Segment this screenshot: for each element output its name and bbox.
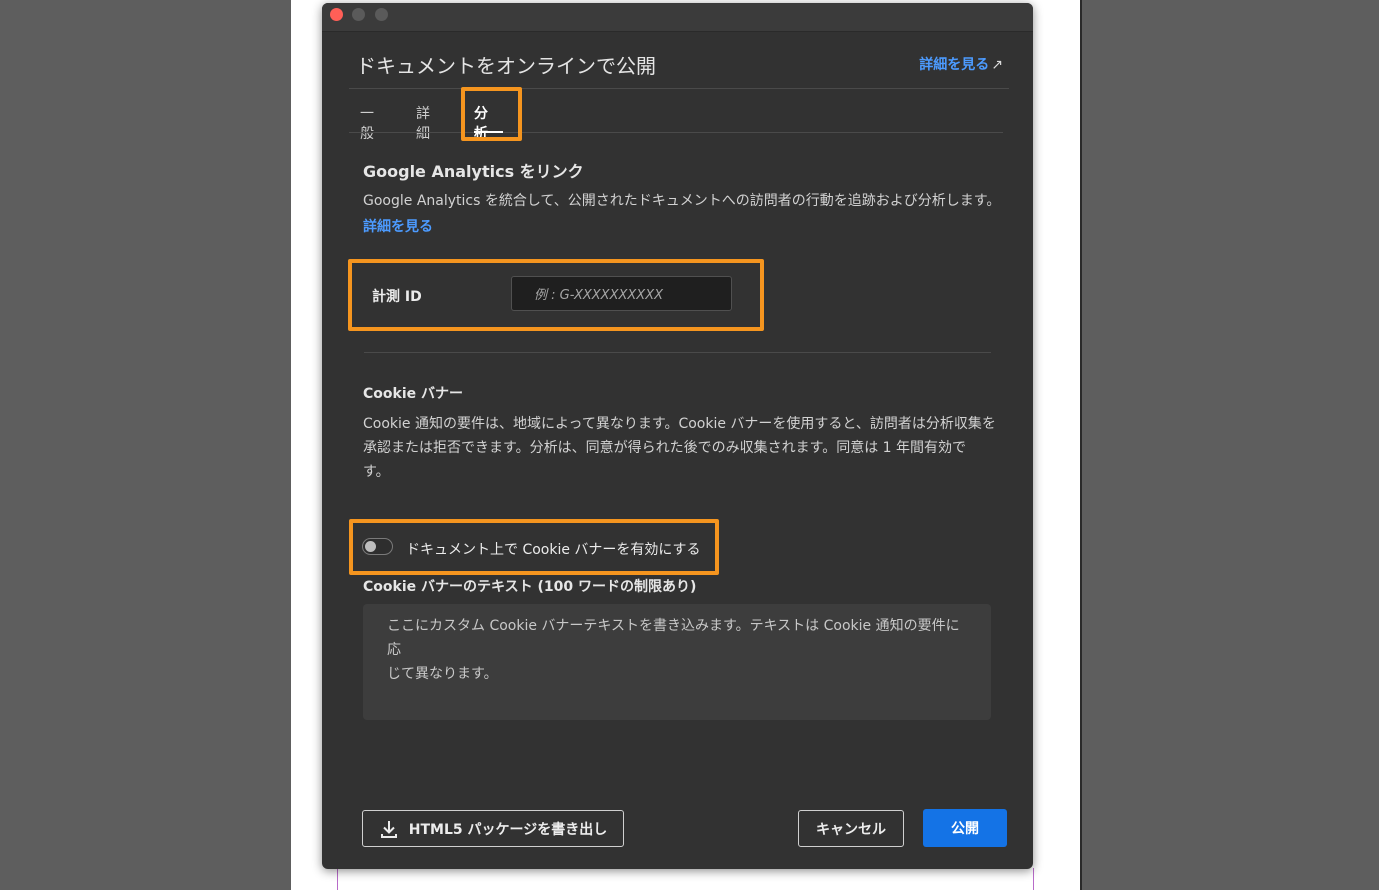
external-link-icon: ↗: [991, 57, 1003, 73]
maximize-window-button[interactable]: [375, 8, 388, 21]
dialog-title: ドキュメントをオンラインで公開: [356, 54, 656, 78]
minimize-window-button[interactable]: [352, 8, 365, 21]
cookie-description-line: す。: [363, 464, 390, 480]
tab-general[interactable]: 一般: [360, 103, 374, 143]
tab-details[interactable]: 詳細: [416, 103, 430, 143]
learn-more-link-top[interactable]: 詳細を見る ↗: [919, 54, 1003, 74]
download-icon: [380, 820, 397, 838]
page-guide-line: [1033, 868, 1034, 890]
cancel-button[interactable]: キャンセル: [798, 810, 904, 847]
measurement-id-input[interactable]: 例 : G-XXXXXXXXXX: [511, 276, 732, 311]
close-window-button[interactable]: [330, 8, 343, 21]
textarea-placeholder-line: じて異なります。: [387, 666, 498, 682]
cookie-banner-textarea[interactable]: ここにカスタム Cookie バナーテキストを書き込みます。テキストは Cook…: [363, 604, 991, 720]
export-html5-button[interactable]: HTML5 パッケージを書き出し: [362, 810, 624, 847]
cookie-text-label: Cookie バナーのテキスト (100 ワードの制限あり): [363, 579, 697, 595]
cookie-section-title: Cookie バナー: [363, 386, 463, 402]
analytics-description: Google Analytics を統合して、公開されたドキュメントへの訪問者の…: [363, 193, 1001, 209]
analytics-section-title: Google Analytics をリンク: [363, 162, 584, 181]
publish-button[interactable]: 公開: [923, 809, 1007, 847]
export-button-label: HTML5 パッケージを書き出し: [408, 821, 608, 838]
learn-more-label: 詳細を見る: [919, 57, 990, 73]
measurement-id-label: 計測 ID: [372, 289, 422, 305]
divider: [349, 88, 1009, 89]
divider: [349, 132, 1003, 133]
highlight-box-tab: [461, 87, 522, 141]
window-titlebar: [322, 3, 1033, 32]
publish-dialog: ドキュメントをオンラインで公開 詳細を見る ↗ 一般 詳細 分析 Google A…: [322, 3, 1033, 869]
cookie-banner-toggle-label: ドキュメント上で Cookie バナーを有効にする: [406, 542, 701, 558]
toggle-knob: [365, 541, 376, 552]
cookie-banner-toggle[interactable]: [362, 538, 393, 555]
cookie-description-line: 承認または拒否できます。分析は、同意が得られた後でのみ収集されます。同意は 1 …: [363, 440, 967, 456]
divider: [364, 352, 991, 353]
learn-more-link[interactable]: 詳細を見る: [363, 216, 433, 236]
page-guide-line: [337, 868, 338, 890]
textarea-placeholder-line: ここにカスタム Cookie バナーテキストを書き込みます。テキストは Cook…: [387, 618, 960, 658]
cookie-description-line: Cookie 通知の要件は、地域によって異なります。Cookie バナーを使用す…: [363, 416, 996, 432]
